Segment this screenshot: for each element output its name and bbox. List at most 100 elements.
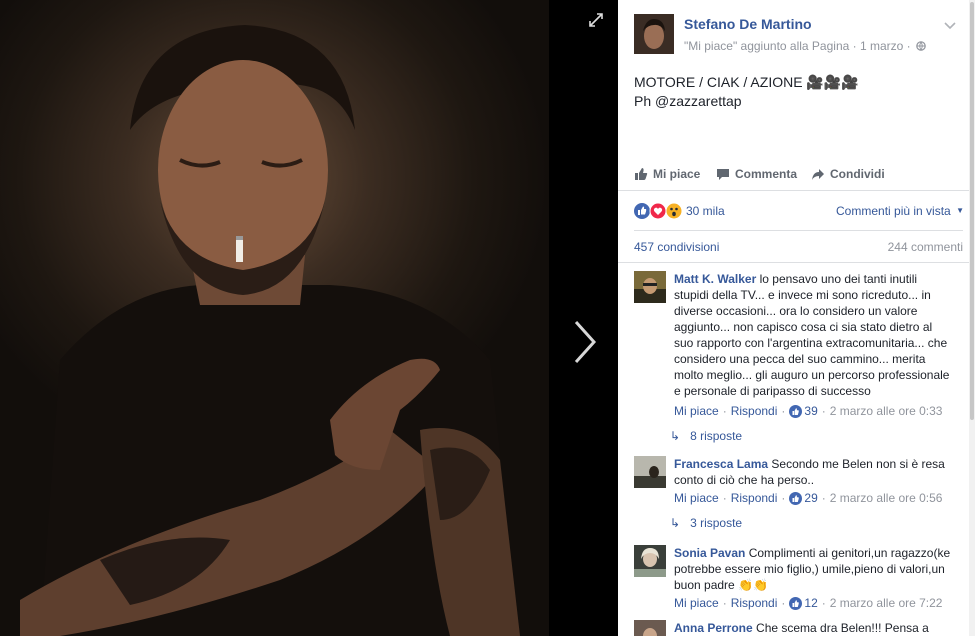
comment-author[interactable]: Matt K. Walker xyxy=(674,272,756,286)
reply-arrow-icon: ↳ xyxy=(670,429,681,443)
comment-reply-link[interactable]: Rispondi xyxy=(731,491,778,505)
comment-line: Sonia Pavan Complimenti ai genitori,un r… xyxy=(674,545,964,561)
replies-count: 8 risposte xyxy=(690,429,743,443)
post-actions: Mi piace Commenta Condividi xyxy=(634,163,954,187)
like-button-label: Mi piace xyxy=(653,167,701,181)
comment-like-link[interactable]: Mi piace xyxy=(674,596,719,610)
comment-text: suo rapporto con l'argentina extracomuni… xyxy=(674,336,948,350)
comment-text: Complimenti ai genitori,un ragazzo(ke xyxy=(748,546,951,560)
comment-actions: Mi piace · Rispondi · 29 · 2 marzo alle … xyxy=(674,491,942,505)
reaction-icons[interactable] xyxy=(634,202,686,220)
avatar[interactable] xyxy=(634,271,666,303)
comment-line: Anna Perrone Che scema dra Belen!!! Pens… xyxy=(674,620,964,636)
comment-like-count[interactable]: 39 xyxy=(804,404,817,418)
comment-body: Matt K. Walker lo pensavo uno dei tanti … xyxy=(674,271,964,399)
comment-body: Sonia Pavan Complimenti ai genitori,un r… xyxy=(674,545,964,593)
avatar-image xyxy=(634,271,666,303)
comment-like-link[interactable]: Mi piace xyxy=(674,404,719,418)
share-button[interactable]: Condividi xyxy=(811,167,885,181)
separator-dot: · xyxy=(781,404,786,418)
comment-button[interactable]: Commenta xyxy=(716,167,797,181)
comment-text: buon padre 👏👏 xyxy=(674,578,768,592)
comment-text: potrebbe essere mio figlio,) umile,pieno… xyxy=(674,562,945,576)
shares-count[interactable]: 457 condivisioni xyxy=(634,240,719,254)
expand-icon xyxy=(589,13,603,27)
comment-order-label: Commenti più in vista xyxy=(836,204,951,218)
avatar[interactable] xyxy=(634,456,666,488)
comment-like-link[interactable]: Mi piace xyxy=(674,491,719,505)
panel-scrollbar[interactable] xyxy=(969,0,975,636)
comment-timestamp[interactable]: 2 marzo alle ore 7:22 xyxy=(830,596,943,610)
comment-like-count[interactable]: 29 xyxy=(804,491,817,505)
post-photo[interactable] xyxy=(0,0,549,636)
post-meta: "Mi piace" aggiunto alla Pagina · 1 marz… xyxy=(684,39,926,53)
globe-icon[interactable] xyxy=(916,41,926,51)
comment-icon xyxy=(717,169,729,180)
separator-dot: · xyxy=(722,404,727,418)
like-badge-icon xyxy=(789,491,803,505)
comment-text: considero una pecca del suo cammino... m… xyxy=(674,352,926,366)
chevron-right-icon xyxy=(574,320,597,364)
comment-line: Matt K. Walker lo pensavo uno dei tanti … xyxy=(674,271,964,287)
comment-actions: Mi piace · Rispondi · 12 · 2 marzo alle … xyxy=(674,596,942,610)
comments-count[interactable]: 244 commenti xyxy=(888,240,963,254)
post-message-line: Ph @zazzarettap xyxy=(634,93,742,109)
comment-text: conto di ciò che ha perso.. xyxy=(674,473,815,487)
comment-author[interactable]: Francesca Lama xyxy=(674,457,768,471)
comment-timestamp[interactable]: 2 marzo alle ore 0:56 xyxy=(830,491,943,505)
comment-reply-link[interactable]: Rispondi xyxy=(731,596,778,610)
comment-timestamp[interactable]: 2 marzo alle ore 0:33 xyxy=(830,404,943,418)
comment-line: Francesca Lama Secondo me Belen non si è… xyxy=(674,456,964,472)
post-meta-text: "Mi piace" aggiunto alla Pagina · 1 marz… xyxy=(684,39,911,53)
comment-like-count[interactable]: 12 xyxy=(804,596,817,610)
page-avatar[interactable] xyxy=(634,14,674,54)
post-side-panel: Stefano De Martino "Mi piace" aggiunto a… xyxy=(618,0,975,636)
replies-count: 3 risposte xyxy=(690,516,743,530)
scrollbar-thumb[interactable] xyxy=(970,2,974,420)
divider xyxy=(634,230,963,231)
comment-author[interactable]: Sonia Pavan xyxy=(674,546,745,560)
avatar[interactable] xyxy=(634,545,666,577)
post-author[interactable]: Stefano De Martino xyxy=(684,16,812,32)
like-button[interactable]: Mi piace xyxy=(634,167,700,181)
share-icon xyxy=(812,169,824,180)
view-replies-link[interactable]: ↳ 3 risposte xyxy=(670,516,742,530)
separator-dot: · xyxy=(781,491,786,505)
comment-text: diverse occasioni... ora lo considero un… xyxy=(674,304,918,318)
comment-text: aggiunto... non capisco cosa ci sia stat… xyxy=(674,320,933,334)
reaction-count[interactable]: 30 mila xyxy=(686,204,725,218)
reply-arrow-icon: ↳ xyxy=(670,516,681,530)
comment-text: molto meglio... gli auguro un percorso p… xyxy=(674,368,950,382)
comment-order-dropdown[interactable]: Commenti più in vista ▼ xyxy=(836,204,964,218)
separator-dot: · xyxy=(722,491,727,505)
reactions-row: 30 mila Commenti più in vista ▼ xyxy=(634,201,964,221)
next-photo-button[interactable] xyxy=(570,318,600,366)
avatar[interactable] xyxy=(634,620,666,636)
comment-text: Secondo me Belen non si è resa xyxy=(771,457,945,471)
separator-dot: · xyxy=(781,596,786,610)
caret-down-icon: ▼ xyxy=(956,206,964,215)
like-badge-icon xyxy=(789,596,803,610)
separator-dot: · xyxy=(722,596,727,610)
divider xyxy=(618,190,969,191)
comment-author[interactable]: Anna Perrone xyxy=(674,621,753,635)
post-message: MOTORE / CIAK / AZIONE 🎥🎥🎥 Ph @zazzarett… xyxy=(634,73,859,111)
view-replies-link[interactable]: ↳ 8 risposte xyxy=(670,429,742,443)
divider xyxy=(618,262,969,263)
comment-actions: Mi piace · Rispondi · 39 · 2 marzo alle … xyxy=(674,404,942,418)
avatar-image xyxy=(634,456,666,488)
comment-text: lo pensavo uno dei tanti inutili xyxy=(759,272,918,286)
comment-body: Francesca Lama Secondo me Belen non si è… xyxy=(674,456,964,488)
expand-button[interactable] xyxy=(588,12,604,28)
chevron-down-icon xyxy=(944,22,956,30)
photo-illustration xyxy=(20,25,520,636)
post-options-button[interactable] xyxy=(944,18,956,30)
comment-text: e personale di paripasso di successo xyxy=(674,384,871,398)
separator-dot: · xyxy=(821,596,826,610)
thumbs-up-icon xyxy=(635,168,648,180)
post-header: Stefano De Martino "Mi piace" aggiunto a… xyxy=(634,14,964,58)
separator-dot: · xyxy=(821,491,826,505)
comment-reply-link[interactable]: Rispondi xyxy=(731,404,778,418)
comment-button-label: Commenta xyxy=(735,167,798,181)
post-message-line: MOTORE / CIAK / AZIONE 🎥🎥🎥 xyxy=(634,74,859,90)
